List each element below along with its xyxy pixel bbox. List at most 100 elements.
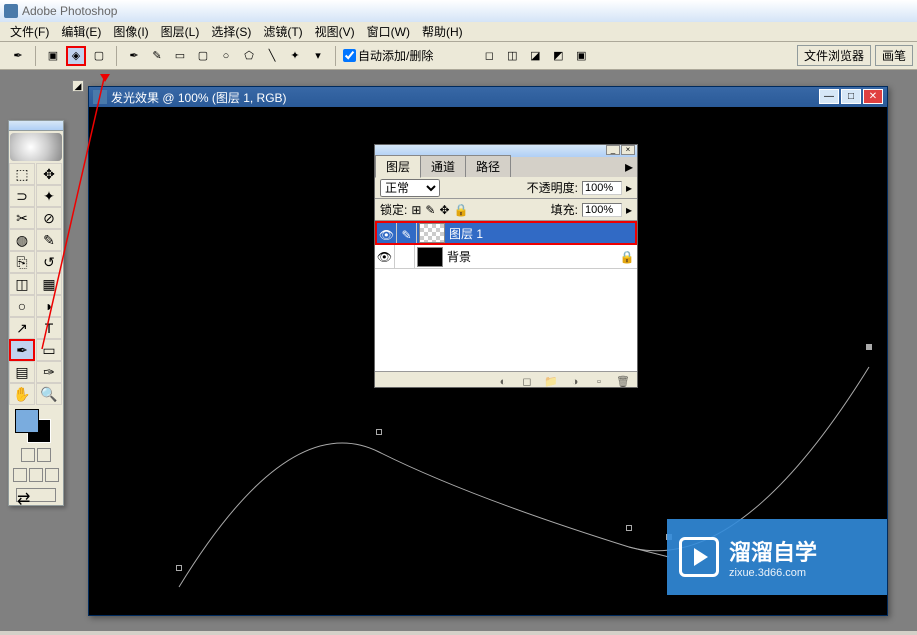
minimize-button[interactable]: — xyxy=(819,89,839,104)
file-browser-button[interactable]: 文件浏览器 xyxy=(797,45,871,66)
panel-close-icon[interactable]: × xyxy=(621,145,635,155)
panel-menu-icon[interactable]: ▸ xyxy=(621,157,637,177)
shape-options-icon[interactable]: ▾ xyxy=(308,46,328,66)
delete-layer-icon[interactable]: 🗑 xyxy=(615,375,631,389)
layer-mask-icon[interactable]: ◻ xyxy=(519,375,535,389)
menu-image[interactable]: 图像(I) xyxy=(107,23,154,40)
lock-transparent-icon[interactable]: ⊞ xyxy=(411,203,421,217)
visibility-icon[interactable]: 👁 xyxy=(377,223,397,243)
layer-thumbnail[interactable] xyxy=(419,223,445,243)
blur-tool[interactable]: ○ xyxy=(9,295,35,317)
menu-file[interactable]: 文件(F) xyxy=(4,23,55,40)
crop-tool[interactable]: ✂ xyxy=(9,207,35,229)
shape-layers-icon[interactable]: ▣ xyxy=(43,46,63,66)
toolbox-drag-handle[interactable] xyxy=(9,121,63,131)
layer-row-bg[interactable]: 👁 背景 🔒 xyxy=(375,245,637,269)
stamp-tool[interactable]: ⎘ xyxy=(9,251,35,273)
type-tool[interactable]: T xyxy=(36,317,62,339)
opacity-arrow-icon[interactable]: ▸ xyxy=(626,181,632,195)
standard-mode-icon[interactable] xyxy=(21,448,35,462)
history-brush-tool[interactable]: ↺ xyxy=(36,251,62,273)
combine-subtract-icon[interactable]: ◪ xyxy=(525,46,545,66)
screen-standard-icon[interactable] xyxy=(13,468,27,482)
ellipse-icon[interactable]: ○ xyxy=(216,46,236,66)
document-titlebar[interactable]: 发光效果 @ 100% (图层 1, RGB) — □ ✕ xyxy=(89,87,887,107)
combine-add-icon[interactable]: ◫ xyxy=(502,46,522,66)
path-select-tool[interactable]: ↗ xyxy=(9,317,35,339)
eraser-tool[interactable]: ◫ xyxy=(9,273,35,295)
layer-name[interactable]: 图层 1 xyxy=(447,225,635,242)
fill-input[interactable] xyxy=(582,203,622,217)
dodge-tool[interactable]: ◗ xyxy=(36,295,62,317)
lock-position-icon[interactable]: ✥ xyxy=(439,203,449,217)
eyedrop-tool[interactable]: ✑ xyxy=(36,361,62,383)
marquee-tool[interactable]: ⬚ xyxy=(9,163,35,185)
custom-shape-icon[interactable]: ✦ xyxy=(285,46,305,66)
combine-new-icon[interactable]: ◻ xyxy=(479,46,499,66)
polygon-icon[interactable]: ⬠ xyxy=(239,46,259,66)
menu-select[interactable]: 选择(S) xyxy=(205,23,257,40)
close-button[interactable]: ✕ xyxy=(863,89,883,104)
new-layer-icon[interactable]: ▫ xyxy=(591,375,607,389)
anchor-point[interactable] xyxy=(866,344,872,350)
brushes-button[interactable]: 画笔 xyxy=(875,45,913,66)
freeform-pen-icon[interactable]: ✎ xyxy=(147,46,167,66)
pen-tool[interactable]: ✒ xyxy=(9,339,35,361)
foreground-color[interactable] xyxy=(15,409,39,433)
maximize-button[interactable]: □ xyxy=(841,89,861,104)
tab-channels[interactable]: 通道 xyxy=(420,155,466,177)
lock-image-icon[interactable]: ✎ xyxy=(425,203,435,217)
opacity-input[interactable] xyxy=(582,181,622,195)
menu-view[interactable]: 视图(V) xyxy=(309,23,361,40)
hand-tool[interactable]: ✋ xyxy=(9,383,35,405)
active-brush-icon[interactable]: ✎ xyxy=(397,223,417,243)
slice-tool[interactable]: ⊘ xyxy=(36,207,62,229)
combine-intersect-icon[interactable]: ◩ xyxy=(548,46,568,66)
menu-layer[interactable]: 图层(L) xyxy=(155,23,206,40)
auto-add-delete-checkbox[interactable] xyxy=(343,49,356,62)
line-icon[interactable]: ╲ xyxy=(262,46,282,66)
anchor-point[interactable] xyxy=(626,525,632,531)
layer-row-1[interactable]: 👁 ✎ 图层 1 xyxy=(375,221,637,245)
menu-window[interactable]: 窗口(W) xyxy=(361,23,416,40)
tab-layers[interactable]: 图层 xyxy=(375,155,421,178)
lasso-tool[interactable]: ⊃ xyxy=(9,185,35,207)
adjustment-layer-icon[interactable]: ◑ xyxy=(567,375,583,389)
quickmask-mode-icon[interactable] xyxy=(37,448,51,462)
pen-icon[interactable]: ✒ xyxy=(124,46,144,66)
fill-arrow-icon[interactable]: ▸ xyxy=(626,203,632,217)
pen-tool-icon[interactable]: ✒ xyxy=(8,46,28,66)
notes-tool[interactable]: ▤ xyxy=(9,361,35,383)
paths-mode-icon[interactable]: ◈ xyxy=(66,46,86,66)
anchor-point[interactable] xyxy=(376,429,382,435)
gradient-tool[interactable]: ▦ xyxy=(36,273,62,295)
link-icon[interactable] xyxy=(395,245,415,268)
lock-all-icon[interactable]: 🔒 xyxy=(454,203,469,217)
blend-mode-select[interactable]: 正常 xyxy=(380,179,440,197)
new-set-icon[interactable]: 📁 xyxy=(543,375,559,389)
move-tool[interactable]: ✥ xyxy=(36,163,62,185)
shape-tool[interactable]: ▭ xyxy=(36,339,62,361)
brush-tool[interactable]: ✎ xyxy=(36,229,62,251)
heal-tool[interactable]: ◍ xyxy=(9,229,35,251)
fill-pixels-icon[interactable]: ▢ xyxy=(89,46,109,66)
auto-add-delete[interactable]: 自动添加/删除 xyxy=(343,47,433,64)
menu-filter[interactable]: 滤镜(T) xyxy=(257,23,308,40)
screen-full-menu-icon[interactable] xyxy=(29,468,43,482)
visibility-icon[interactable]: 👁 xyxy=(375,245,395,268)
roundrect-icon[interactable]: ▢ xyxy=(193,46,213,66)
wand-tool[interactable]: ✦ xyxy=(36,185,62,207)
combine-exclude-icon[interactable]: ▣ xyxy=(571,46,591,66)
layer-thumbnail[interactable] xyxy=(417,247,443,267)
anchor-point[interactable] xyxy=(176,565,182,571)
menu-edit[interactable]: 编辑(E) xyxy=(55,23,107,40)
jump-to-imageready-icon[interactable]: ⇄ xyxy=(16,488,56,502)
layer-name[interactable]: 背景 xyxy=(445,248,617,265)
panel-minimize-icon[interactable]: _ xyxy=(606,145,620,155)
zoom-tool[interactable]: 🔍 xyxy=(36,383,62,405)
ruler-origin[interactable]: ◢ xyxy=(72,80,84,92)
screen-full-icon[interactable] xyxy=(45,468,59,482)
layer-style-icon[interactable]: ◐ xyxy=(495,375,511,389)
rect-icon[interactable]: ▭ xyxy=(170,46,190,66)
tab-paths[interactable]: 路径 xyxy=(465,155,511,177)
